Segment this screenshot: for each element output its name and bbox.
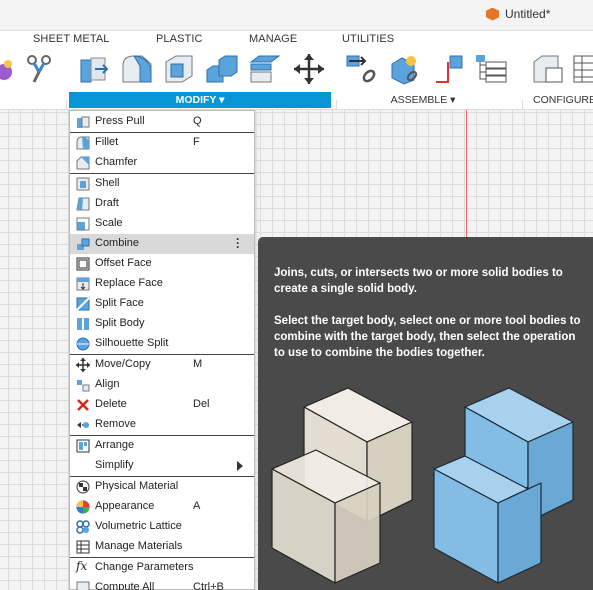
shell-tool-icon[interactable] xyxy=(162,52,196,86)
tab-sheet-metal[interactable]: SHEET METAL xyxy=(33,33,110,45)
shell-icon xyxy=(76,177,90,191)
physical-material-icon xyxy=(76,480,90,494)
assemble-dropdown-button[interactable]: ASSEMBLE ▾ xyxy=(358,92,488,108)
press-pull-icon xyxy=(77,116,90,128)
ribbon-tabs: SHEET METAL PLASTIC MANAGE UTILITIES xyxy=(0,30,593,48)
modify-menu: Press Pull Q Fillet F Chamfer Shell Draf… xyxy=(69,110,255,590)
menu-item-volumetric-lattice[interactable]: Volumetric Lattice xyxy=(70,517,254,537)
after-body-illustration xyxy=(433,387,574,584)
scale-icon xyxy=(76,217,90,231)
fillet-icon xyxy=(76,136,90,150)
sketch-tool-icon[interactable] xyxy=(0,52,18,86)
document-tab[interactable]: Untitled* xyxy=(486,7,550,21)
menu-item-fillet[interactable]: Fillet F xyxy=(70,133,254,153)
menu-item-compute-all[interactable]: Compute All Ctrl+B xyxy=(70,578,254,590)
fx-icon: fx xyxy=(76,559,88,573)
submenu-arrow-icon xyxy=(237,461,243,471)
delete-icon xyxy=(77,399,89,411)
combine-tooltip: Joins, cuts, or intersects two or more s… xyxy=(258,237,593,590)
move-icon xyxy=(76,358,90,372)
tab-manage[interactable]: MANAGE xyxy=(249,33,297,45)
appearance-icon xyxy=(76,500,90,514)
menu-item-scale[interactable]: Scale xyxy=(70,214,254,234)
as-built-joint-icon[interactable] xyxy=(388,52,422,86)
document-title: Untitled* xyxy=(505,7,551,21)
menu-item-manage-materials[interactable]: Manage Materials xyxy=(70,537,254,557)
offset-face-tool-icon[interactable] xyxy=(248,52,282,86)
inspect-tool-icon[interactable] xyxy=(22,52,56,86)
menu-item-draft[interactable]: Draft xyxy=(70,194,254,214)
configure-dropdown-button[interactable]: CONFIGURE xyxy=(533,92,593,108)
remove-icon xyxy=(77,422,89,428)
document-icon xyxy=(486,7,499,21)
volumetric-lattice-icon xyxy=(76,520,90,534)
joint-tool-icon[interactable] xyxy=(345,52,379,86)
menu-item-physical-material[interactable]: Physical Material xyxy=(70,477,254,497)
x-axis-line xyxy=(466,110,467,240)
joint-origin-icon[interactable] xyxy=(432,52,466,86)
title-bar: Untitled* xyxy=(0,0,593,30)
menu-item-simplify[interactable]: Simplify xyxy=(70,456,254,476)
offset-face-icon xyxy=(76,257,90,271)
arrange-icon xyxy=(76,439,90,453)
menu-item-shell[interactable]: Shell xyxy=(70,174,254,194)
modify-dropdown-button[interactable]: MODIFY ▾ xyxy=(69,92,331,108)
tooltip-instructions: Select the target body, select one or mo… xyxy=(274,315,581,359)
split-body-icon xyxy=(77,318,89,330)
menu-item-align[interactable]: Align xyxy=(70,375,254,395)
menu-item-replace-face[interactable]: Replace Face xyxy=(70,274,254,294)
menu-item-change-parameters[interactable]: fx Change Parameters xyxy=(70,558,254,578)
combine-icon xyxy=(77,238,90,250)
tab-utilities[interactable]: UTILITIES xyxy=(342,33,394,45)
menu-item-remove[interactable]: Remove xyxy=(70,415,254,435)
manage-materials-icon xyxy=(76,540,90,554)
menu-item-chamfer[interactable]: Chamfer xyxy=(70,153,254,173)
menu-item-appearance[interactable]: Appearance A xyxy=(70,497,254,517)
more-options-icon[interactable]: · · · xyxy=(236,233,240,253)
configure-tool-icon[interactable] xyxy=(530,52,564,86)
menu-item-offset-face[interactable]: Offset Face xyxy=(70,254,254,274)
menu-item-split-body[interactable]: Split Body xyxy=(70,314,254,334)
menu-item-press-pull[interactable]: Press Pull Q xyxy=(70,112,254,132)
move-tool-icon[interactable] xyxy=(292,52,326,86)
motion-link-icon[interactable] xyxy=(474,52,508,86)
menu-item-combine[interactable]: Combine · · · xyxy=(70,233,254,254)
menu-item-split-face[interactable]: Split Face xyxy=(70,294,254,314)
tooltip-summary: Joins, cuts, or intersects two or more s… xyxy=(274,267,563,295)
table-tool-icon[interactable] xyxy=(572,52,593,86)
align-icon xyxy=(77,380,90,392)
replace-face-icon xyxy=(76,277,90,291)
press-pull-tool-icon[interactable] xyxy=(77,52,111,86)
draft-icon xyxy=(76,197,90,211)
before-bodies-illustration xyxy=(271,387,413,584)
menu-item-move-copy[interactable]: Move/Copy M xyxy=(70,355,254,375)
silhouette-split-icon xyxy=(76,337,90,351)
chamfer-icon xyxy=(76,156,90,170)
fillet-tool-icon[interactable] xyxy=(120,52,154,86)
split-face-icon xyxy=(76,297,90,311)
menu-item-silhouette-split[interactable]: Silhouette Split xyxy=(70,334,254,354)
combine-tool-icon[interactable] xyxy=(205,52,239,86)
menu-item-delete[interactable]: Delete Del xyxy=(70,395,254,415)
menu-item-arrange[interactable]: Arrange xyxy=(70,436,254,456)
combine-illustration xyxy=(271,387,574,584)
compute-all-icon xyxy=(76,581,90,590)
tab-plastic[interactable]: PLASTIC xyxy=(156,33,203,45)
